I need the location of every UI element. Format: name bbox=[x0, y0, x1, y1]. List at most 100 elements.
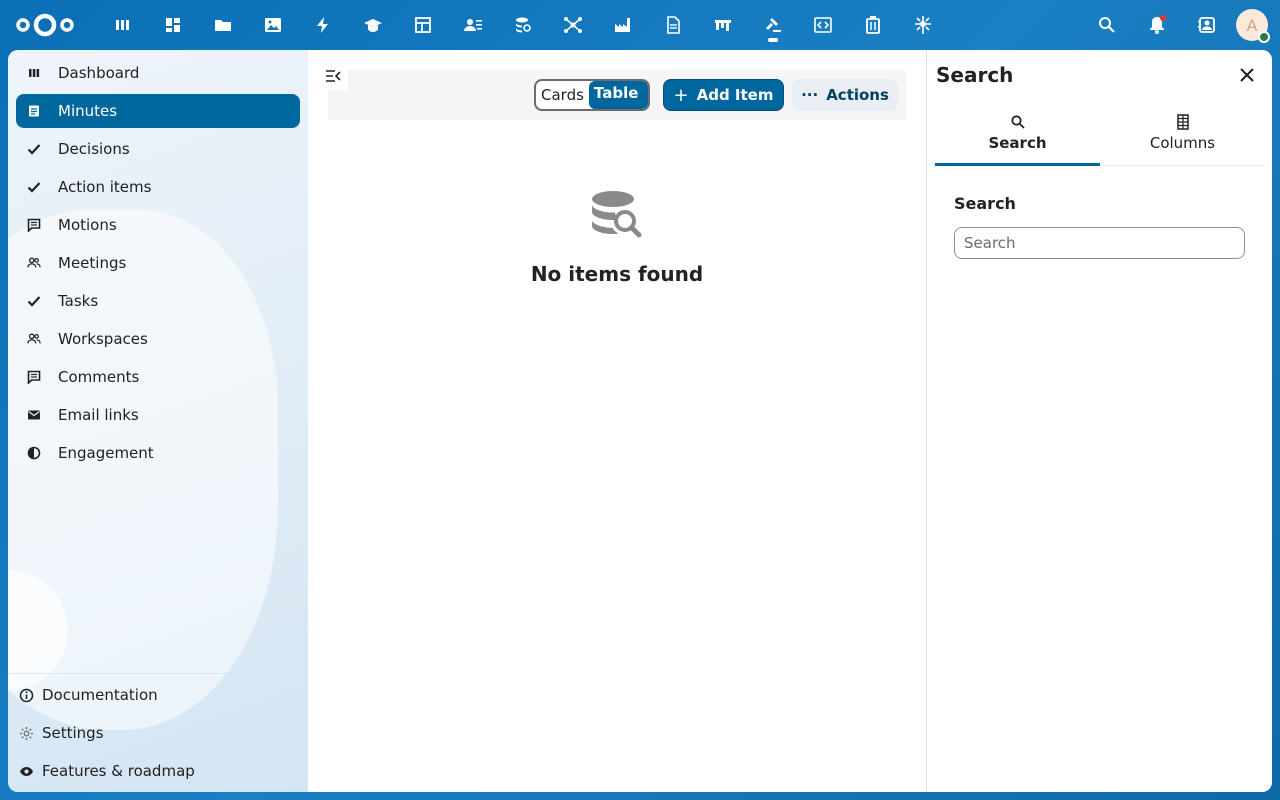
sidebar-item-label: Meetings bbox=[58, 254, 127, 272]
document-icon bbox=[26, 103, 42, 119]
industry-app-icon[interactable] bbox=[598, 0, 648, 50]
add-item-button[interactable]: + Add Item bbox=[663, 79, 784, 111]
board-app-icon[interactable] bbox=[698, 0, 748, 50]
sidebar-item-action-items[interactable]: Action items bbox=[16, 170, 300, 204]
footer-item-documentation[interactable]: Documentation bbox=[8, 678, 308, 712]
footer-item-label: Documentation bbox=[42, 686, 158, 704]
sidebar-item-decisions[interactable]: Decisions bbox=[16, 132, 300, 166]
sidebar-item-dashboard[interactable]: Dashboard bbox=[16, 56, 300, 90]
nextcloud-logo-icon[interactable] bbox=[14, 12, 76, 38]
close-icon bbox=[1240, 68, 1254, 82]
sidebar-item-minutes[interactable]: Minutes bbox=[16, 94, 300, 128]
view-table-button[interactable]: Table bbox=[588, 81, 649, 109]
notifications-bell-icon[interactable] bbox=[1132, 0, 1182, 50]
navigation-list: Dashboard Minutes Decisions Action items Mot… bbox=[8, 50, 308, 470]
sidebar-item-engagement[interactable]: Engagement bbox=[16, 436, 300, 470]
search-icon[interactable] bbox=[1082, 0, 1132, 50]
tables-app-icon[interactable] bbox=[398, 0, 448, 50]
people-icon bbox=[26, 331, 42, 347]
header-right: A bbox=[1082, 0, 1270, 50]
search-field-label: Search bbox=[954, 194, 1016, 213]
eye-icon bbox=[18, 763, 34, 779]
footer-item-label: Settings bbox=[42, 724, 104, 742]
search-sidebar: Search Search Columns Search bbox=[926, 50, 1272, 792]
sidebar-item-label: Engagement bbox=[58, 444, 154, 462]
sidebar-item-label: Decisions bbox=[58, 140, 130, 158]
sidebar-item-motions[interactable]: Motions bbox=[16, 208, 300, 242]
info-icon bbox=[18, 687, 34, 703]
files-app-icon[interactable] bbox=[198, 0, 248, 50]
app-frame: Dashboard Minutes Decisions Action items Mot… bbox=[8, 50, 1272, 792]
activity-app-icon[interactable] bbox=[298, 0, 348, 50]
sidebar-item-label: Dashboard bbox=[58, 64, 140, 82]
sidebar-item-label: Email links bbox=[58, 406, 139, 424]
half-circle-icon bbox=[26, 445, 42, 461]
people-icon bbox=[26, 255, 42, 271]
footer-item-label: Features & roadmap bbox=[42, 762, 195, 780]
contacts-menu-icon[interactable] bbox=[1182, 0, 1232, 50]
sidebar-item-tasks[interactable]: Tasks bbox=[16, 284, 300, 318]
code-app-icon[interactable] bbox=[798, 0, 848, 50]
sidebar-item-label: Motions bbox=[58, 216, 117, 234]
sidebar-item-label: Comments bbox=[58, 368, 140, 386]
dashboard-icon bbox=[26, 65, 42, 81]
learn-app-icon[interactable] bbox=[348, 0, 398, 50]
dashboard-app-icon[interactable] bbox=[98, 0, 148, 50]
comment-icon bbox=[26, 217, 42, 233]
view-cards-button[interactable]: Cards bbox=[536, 81, 589, 109]
grid-app-icon[interactable] bbox=[148, 0, 198, 50]
document-app-icon[interactable] bbox=[648, 0, 698, 50]
app-menu bbox=[98, 0, 948, 50]
network-app-icon[interactable] bbox=[548, 0, 598, 50]
empty-state-title: No items found bbox=[530, 262, 704, 286]
toolbar: Cards Table + Add Item ··· Actions bbox=[328, 70, 906, 120]
tab-search-label: Search bbox=[988, 134, 1047, 152]
archive-app-icon[interactable] bbox=[848, 0, 898, 50]
gear-icon bbox=[18, 725, 34, 741]
actions-button[interactable]: ··· Actions bbox=[792, 79, 898, 111]
footer-item-settings[interactable]: Settings bbox=[8, 716, 308, 750]
tab-columns[interactable]: Columns bbox=[1100, 112, 1265, 166]
check-icon bbox=[26, 179, 42, 195]
footer-item-features-roadmap[interactable]: Features & roadmap bbox=[8, 754, 308, 788]
toggle-navigation-button[interactable] bbox=[318, 62, 348, 90]
check-icon bbox=[26, 141, 42, 157]
close-button[interactable] bbox=[1236, 64, 1258, 86]
menu-collapse-icon bbox=[326, 70, 341, 82]
panel-tabs: Search Columns bbox=[935, 112, 1265, 166]
columns-icon bbox=[1176, 114, 1189, 130]
empty-state: No items found bbox=[308, 190, 926, 286]
flower-app-icon[interactable] bbox=[898, 0, 948, 50]
contacts-app-icon[interactable] bbox=[448, 0, 498, 50]
database-app-icon[interactable] bbox=[498, 0, 548, 50]
view-mode-toggle: Cards Table bbox=[534, 79, 651, 111]
sidebar-item-comments[interactable]: Comments bbox=[16, 360, 300, 394]
navigation-footer: Documentation Settings Features & roadmap bbox=[8, 673, 308, 792]
sidebar-item-label: Tasks bbox=[58, 292, 99, 310]
add-item-label: Add Item bbox=[696, 86, 774, 104]
search-input[interactable] bbox=[954, 227, 1245, 259]
tab-columns-label: Columns bbox=[1149, 134, 1216, 152]
check-icon bbox=[26, 293, 42, 309]
sidebar-item-label: Workspaces bbox=[58, 330, 148, 348]
search-icon bbox=[1010, 115, 1025, 129]
comment-icon bbox=[26, 369, 42, 385]
sidebar-item-email-links[interactable]: Email links bbox=[16, 398, 300, 432]
sidebar-item-label: Action items bbox=[58, 178, 152, 196]
photos-app-icon[interactable] bbox=[248, 0, 298, 50]
top-header: A bbox=[0, 0, 1280, 50]
main-content: Cards Table + Add Item ··· Actions No it… bbox=[308, 50, 926, 792]
online-status-badge bbox=[1258, 31, 1270, 43]
app-navigation: Dashboard Minutes Decisions Action items Mot… bbox=[8, 50, 308, 792]
actions-label: Actions bbox=[826, 86, 889, 104]
gavel-app-icon[interactable] bbox=[748, 0, 798, 50]
avatar-initial: A bbox=[1246, 15, 1258, 35]
panel-title: Search bbox=[936, 63, 1014, 87]
sidebar-item-workspaces[interactable]: Workspaces bbox=[16, 322, 300, 356]
plus-icon: + bbox=[673, 84, 689, 106]
email-icon bbox=[26, 407, 42, 423]
sidebar-item-meetings[interactable]: Meetings bbox=[16, 246, 300, 280]
tab-search[interactable]: Search bbox=[935, 112, 1100, 166]
user-avatar[interactable]: A bbox=[1236, 9, 1270, 43]
database-search-icon bbox=[592, 191, 642, 238]
